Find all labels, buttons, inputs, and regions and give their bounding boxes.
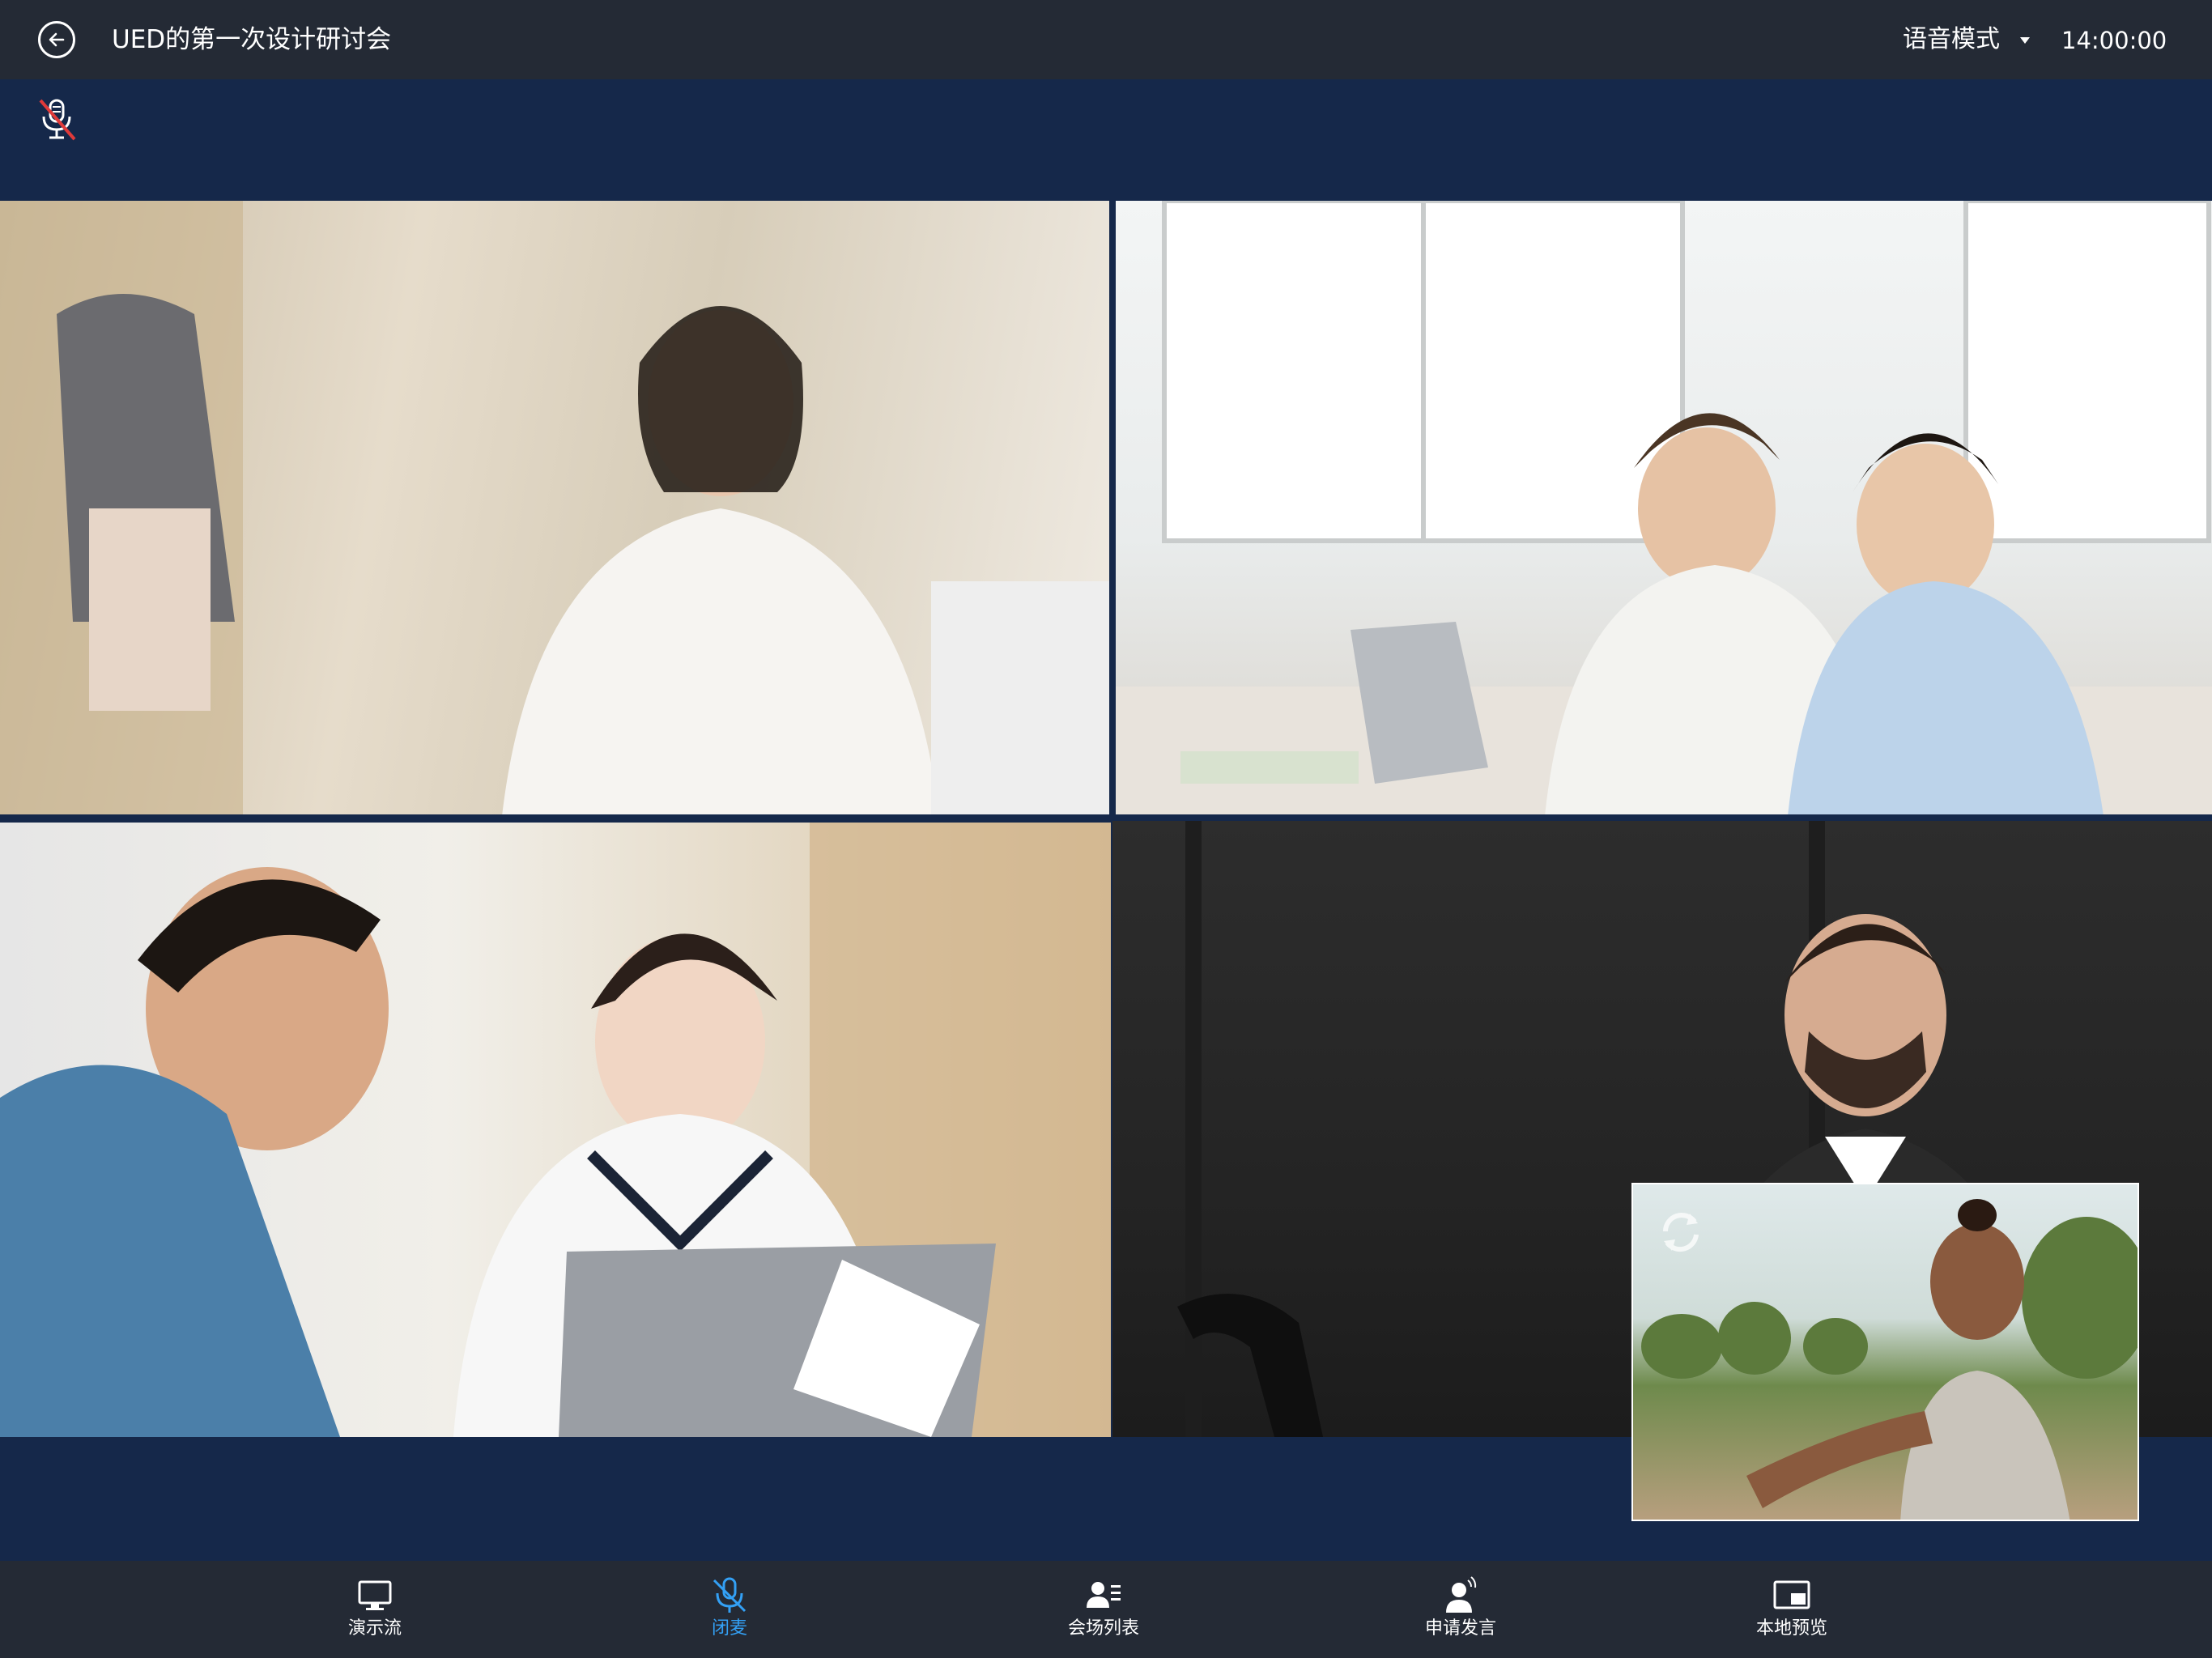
video-tile-participant-1[interactable] bbox=[0, 201, 1109, 814]
toolbar-label: 申请发言 bbox=[1424, 1618, 1496, 1639]
toolbar-label: 本地预览 bbox=[1755, 1618, 1827, 1639]
video-feed-3 bbox=[0, 823, 1111, 1437]
toolbar-item-presentation[interactable]: 演示流 bbox=[278, 1561, 472, 1658]
picture-in-picture-icon bbox=[1773, 1580, 1810, 1609]
local-preview-window[interactable] bbox=[1631, 1183, 2139, 1521]
toolbar-item-venue-list[interactable]: 会场列表 bbox=[1006, 1561, 1201, 1658]
video-tile-participant-2[interactable] bbox=[1116, 201, 2212, 814]
meeting-clock: 14:00:00 bbox=[2061, 27, 2167, 54]
chevron-down-icon[interactable] bbox=[2020, 37, 2030, 44]
toolbar-item-request-speak[interactable]: 申请发言 bbox=[1363, 1561, 1558, 1658]
toolbar-label: 闭麦 bbox=[711, 1618, 747, 1639]
video-feed-1 bbox=[0, 201, 1109, 814]
toolbar-label: 演示流 bbox=[347, 1618, 402, 1639]
arrow-left-icon bbox=[49, 32, 65, 47]
mic-muted-icon bbox=[36, 97, 78, 144]
mode-dropdown[interactable]: 语音模式 bbox=[1903, 23, 2000, 57]
top-bar: UED的第一次设计研讨会 语音模式 14:00:00 bbox=[0, 0, 2212, 79]
meeting-title: UED的第一次设计研讨会 bbox=[112, 25, 392, 54]
bottom-toolbar: 演示流 闭麦 会场列表 申请发言 本地预览 bbox=[0, 1561, 2212, 1658]
toolbar-item-local-preview[interactable]: 本地预览 bbox=[1695, 1561, 1889, 1658]
back-button[interactable] bbox=[38, 21, 75, 58]
toolbar-item-mute-mic[interactable]: 闭麦 bbox=[632, 1561, 827, 1658]
raise-speak-icon bbox=[1446, 1576, 1477, 1613]
video-feed-2 bbox=[1116, 201, 2212, 814]
toolbar-label: 会场列表 bbox=[1067, 1618, 1139, 1639]
video-tile-participant-3[interactable] bbox=[0, 823, 1111, 1437]
monitor-icon bbox=[358, 1580, 392, 1610]
user-list-icon bbox=[1087, 1582, 1121, 1608]
mic-off-icon bbox=[713, 1577, 747, 1613]
switch-camera-icon[interactable] bbox=[1651, 1202, 1711, 1262]
